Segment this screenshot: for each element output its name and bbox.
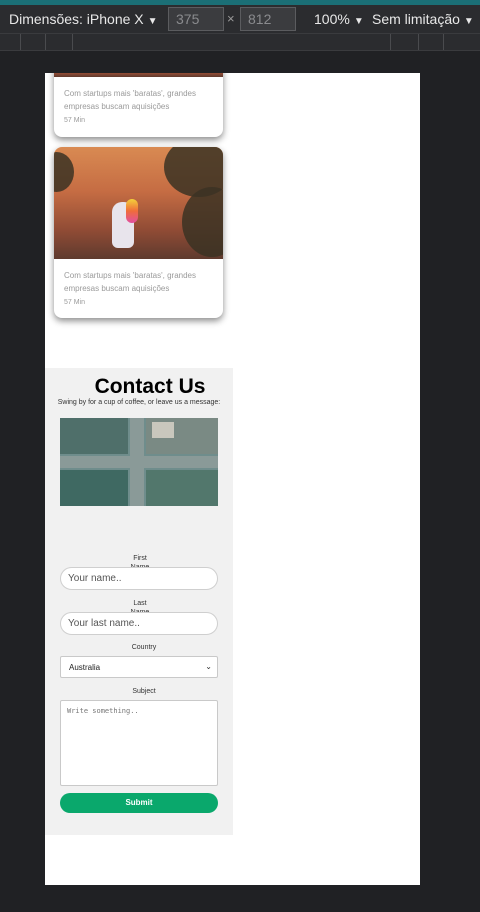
media-query-segment[interactable] — [443, 34, 444, 50]
contact-title: Contact Us — [94, 375, 206, 398]
card-time: 57 Min — [64, 299, 86, 306]
card-time: 57 Min — [64, 117, 86, 124]
media-query-segment[interactable] — [20, 34, 21, 50]
times-icon: × — [227, 11, 235, 26]
first-name-input[interactable]: Your name.. — [60, 567, 218, 590]
media-query-segment[interactable] — [72, 34, 73, 50]
submit-button[interactable]: Submit — [60, 793, 218, 813]
tree-shape — [182, 187, 223, 257]
news-card[interactable]: Com startups mais 'baratas', grandes emp… — [54, 147, 223, 318]
media-query-bar[interactable] — [0, 33, 480, 51]
contact-subtitle: Swing by for a cup of coffee, or leave u… — [57, 399, 221, 406]
caret-down-icon: ▼ — [147, 16, 158, 27]
photo-block — [60, 418, 128, 454]
media-query-segment[interactable] — [390, 34, 391, 50]
news-card[interactable]: Com startups mais 'baratas', grandes emp… — [54, 73, 223, 137]
photo-block — [146, 470, 218, 506]
country-label: Country — [131, 644, 157, 651]
zoom-label: 100% — [314, 11, 350, 27]
caret-down-icon: ▼ — [463, 16, 474, 27]
photo-block — [60, 470, 128, 506]
device-toolbar: Dimensões: iPhone X ▼ 375 × 812 100% ▼ Sem… — [0, 5, 480, 33]
media-query-segment[interactable] — [418, 34, 419, 50]
country-value: Australia — [69, 663, 101, 672]
subject-label: Subject — [132, 688, 156, 695]
subject-textarea[interactable]: Write something.. — [60, 700, 218, 786]
device-selector[interactable]: Dimensões: iPhone X ▼ — [9, 11, 158, 27]
country-select[interactable]: Australia ⌄ — [60, 656, 218, 678]
card-image — [54, 147, 223, 259]
tree-shape — [54, 152, 74, 192]
throttling-label: Sem limitação — [372, 11, 460, 27]
unicorn-mane — [126, 199, 138, 223]
media-query-segment[interactable] — [45, 34, 46, 50]
contact-photo — [60, 418, 218, 506]
photo-block — [152, 422, 174, 438]
throttling-selector[interactable]: Sem limitação ▼ — [372, 11, 474, 27]
card-image — [54, 73, 223, 77]
chevron-down-icon: ⌄ — [205, 662, 212, 671]
photo-road — [60, 456, 218, 468]
zoom-selector[interactable]: 100% ▼ — [314, 11, 364, 27]
device-label: Dimensões: iPhone X — [9, 11, 144, 27]
width-input[interactable]: 375 — [168, 7, 224, 31]
last-name-input[interactable]: Your last name.. — [60, 612, 218, 635]
card-description: Com startups mais 'baratas', grandes emp… — [64, 271, 196, 293]
card-description: Com startups mais 'baratas', grandes emp… — [64, 89, 196, 111]
device-viewport: Com startups mais 'baratas', grandes emp… — [45, 73, 420, 885]
height-input[interactable]: 812 — [240, 7, 296, 31]
caret-down-icon: ▼ — [353, 16, 364, 27]
contact-section: Contact Us Swing by for a cup of coffee,… — [45, 368, 233, 835]
